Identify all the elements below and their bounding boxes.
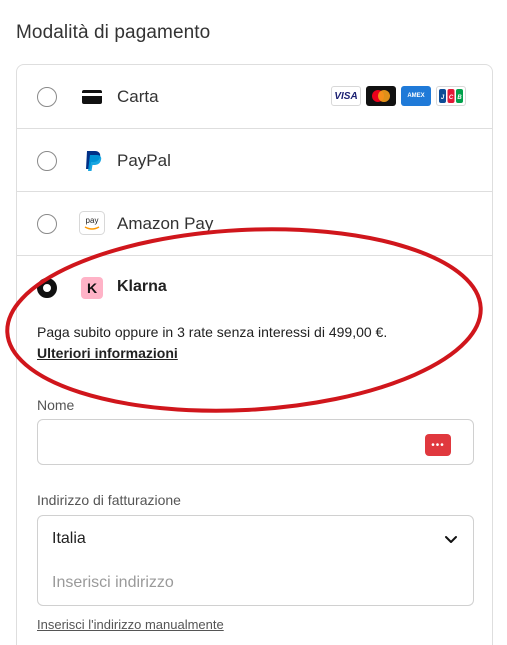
klarna-radio[interactable] (37, 278, 57, 298)
billing-address-label: Indirizzo di fatturazione (37, 492, 181, 508)
manual-address-link[interactable]: Inserisci l'indirizzo manualmente (37, 617, 224, 632)
password-manager-icon[interactable]: ••• (425, 434, 451, 456)
country-select[interactable]: Italia (37, 515, 474, 561)
paypal-radio[interactable] (37, 151, 57, 171)
payment-option-klarna[interactable]: K Klarna Paga subito oppure in 3 rate se… (17, 256, 492, 645)
country-value: Italia (52, 530, 86, 547)
mastercard-icon (366, 86, 396, 106)
card-radio[interactable] (37, 87, 57, 107)
amazon-pay-label: Amazon Pay (117, 214, 214, 233)
payment-option-amazon-pay[interactable]: pay Amazon Pay (17, 192, 492, 256)
section-title: Modalità di pagamento (16, 22, 211, 43)
more-info-link[interactable]: Ulteriori informazioni (37, 345, 178, 361)
payment-methods-card: Carta VISA AMEX J C B PayPal pay Amazon … (16, 64, 493, 645)
jcb-icon: J C B (436, 86, 466, 106)
card-label: Carta (117, 87, 159, 106)
svg-text:B: B (457, 95, 462, 101)
card-brands: VISA AMEX J C B (331, 86, 466, 106)
chevron-down-icon (443, 531, 459, 552)
payment-option-paypal[interactable]: PayPal (17, 129, 492, 192)
amazon-pay-icon-text: pay (86, 216, 99, 225)
name-label: Nome (37, 397, 75, 413)
checkout-page: Modalità di pagamento Carta VISA AMEX J … (0, 0, 507, 645)
klarna-icon: K (81, 277, 103, 304)
amazon-pay-icon: pay (79, 211, 105, 240)
klarna-icon-text: K (87, 280, 97, 296)
amex-icon: AMEX (401, 86, 431, 106)
klarna-label: Klarna (117, 278, 167, 295)
amazon-pay-radio[interactable] (37, 214, 57, 234)
name-input[interactable]: ••• (37, 419, 474, 465)
visa-icon: VISA (331, 86, 361, 106)
paypal-label: PayPal (117, 151, 171, 170)
credit-card-icon (81, 89, 103, 110)
paypal-icon (83, 149, 103, 178)
payment-option-card[interactable]: Carta VISA AMEX J C B (17, 65, 492, 129)
klarna-description: Paga subito oppure in 3 rate senza inter… (37, 324, 388, 340)
address-placeholder: Inserisci indirizzo (52, 574, 174, 591)
address-input[interactable]: Inserisci indirizzo (37, 560, 474, 606)
svg-text:C: C (449, 95, 454, 101)
